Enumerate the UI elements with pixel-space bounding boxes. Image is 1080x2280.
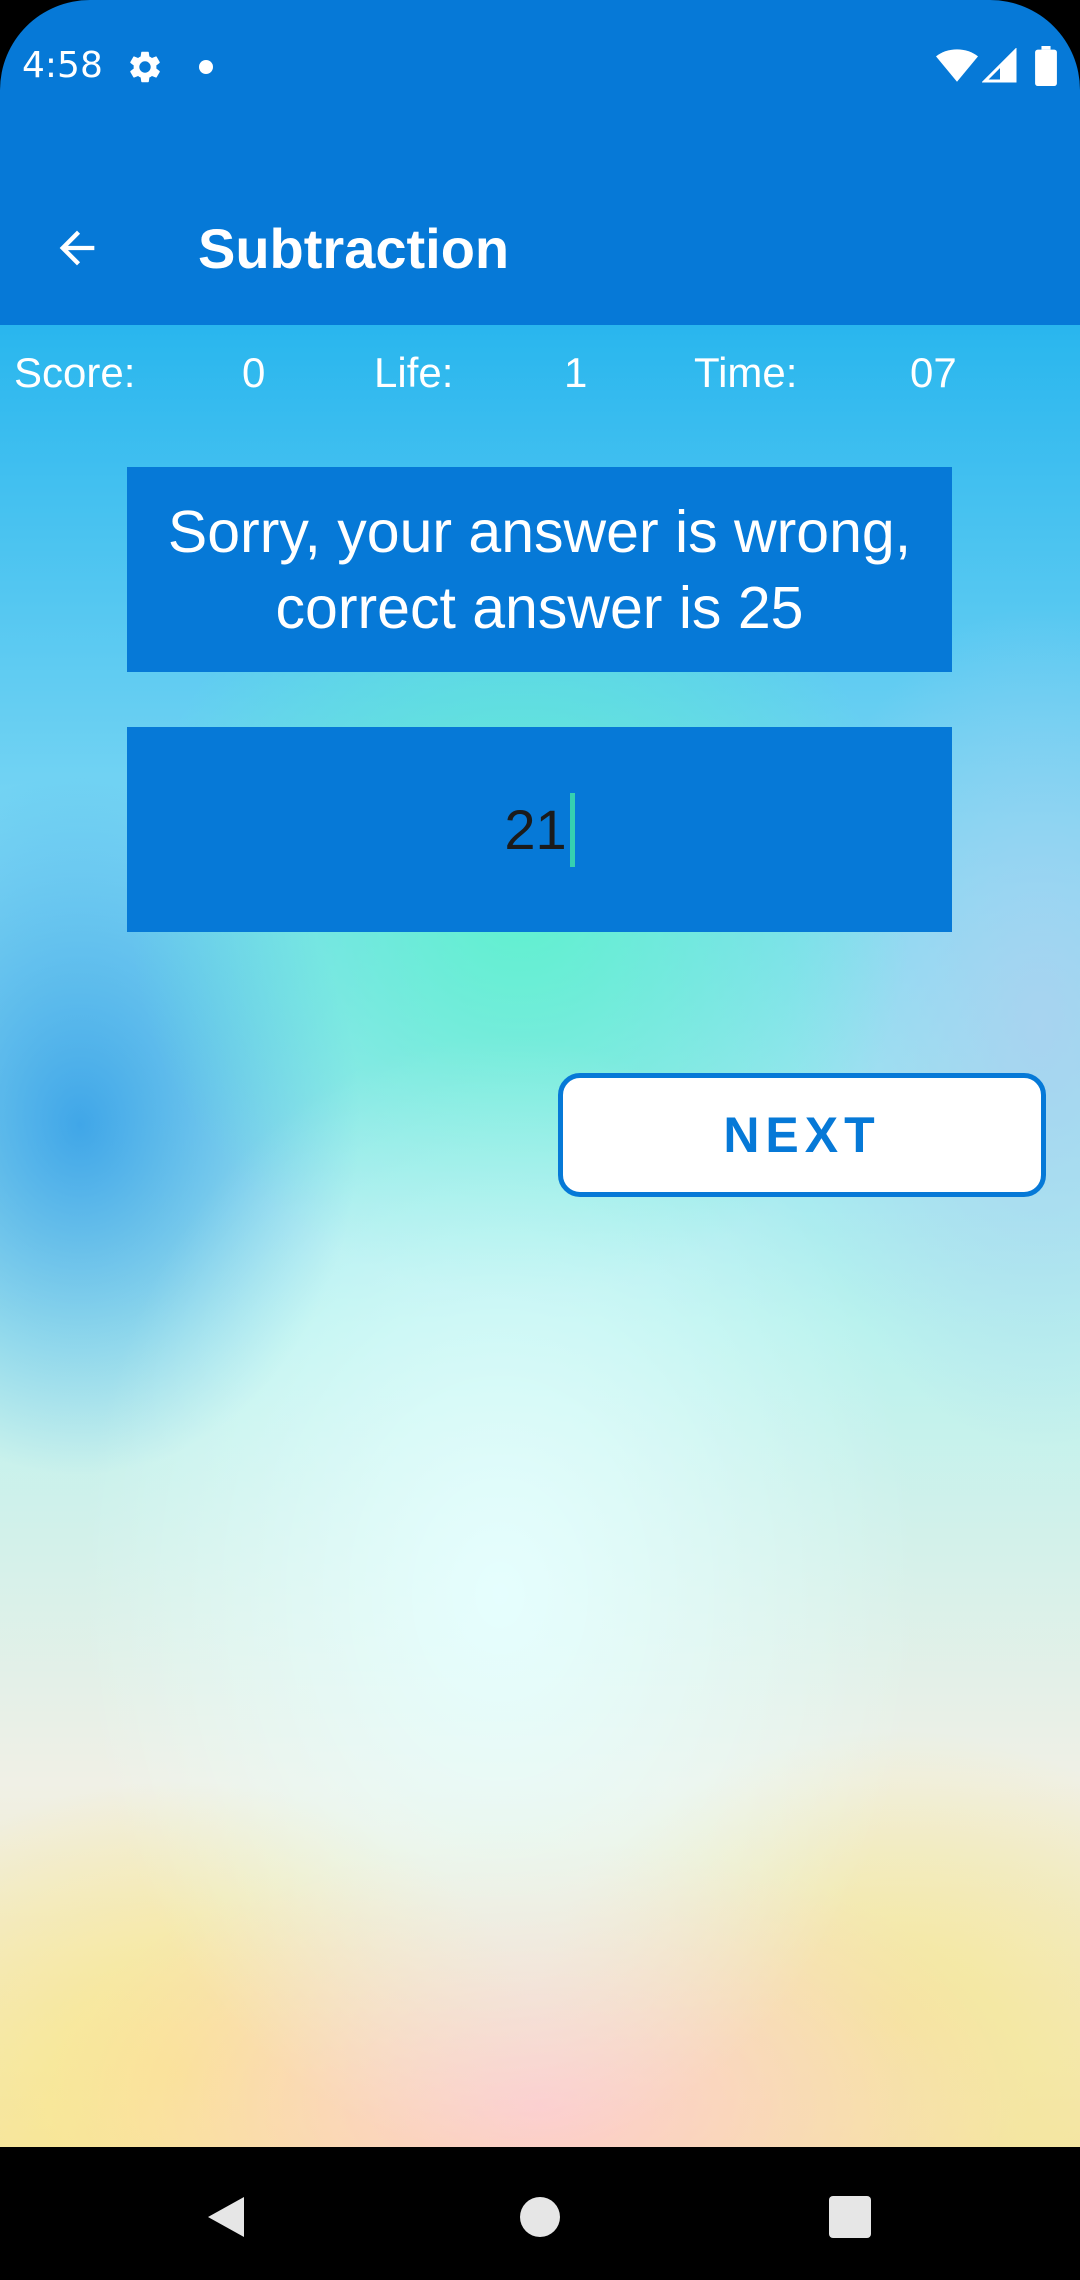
app-bar: Subtraction [0,135,1080,325]
score-value: 0 [242,349,266,396]
phone-screen: 4:58 Subtraction Score: 0 Life: 1 Time: … [0,0,1080,2280]
time-label: Time: [694,349,798,396]
game-content: Score: 0 Life: 1 Time: 07 Sorry, your an… [0,325,1080,2147]
next-button[interactable]: NEXT [558,1073,1046,1197]
status-bar: 4:58 [0,0,1080,135]
recents-square-icon [829,2196,871,2238]
feedback-message: Sorry, your answer is wrong, correct ans… [127,494,952,646]
arrow-back-icon [59,230,95,266]
nav-home-button[interactable] [510,2187,570,2247]
home-circle-icon [520,2197,560,2237]
gear-icon [130,51,160,83]
navigation-bar [0,2147,1080,2280]
wifi-icon [936,49,978,82]
answer-input[interactable]: 21 [127,727,952,932]
notification-dot-icon [199,60,213,74]
page-title: Subtraction [198,217,510,280]
signal-icon [982,48,1017,83]
answer-input-value: 21 [504,797,567,861]
life-value: 1 [564,349,588,396]
status-time: 4:58 [22,45,103,86]
time-value: 07 [910,349,957,396]
feedback-line-2: correct answer is 25 [275,574,804,641]
nav-recents-button[interactable] [820,2187,880,2247]
feedback-line-1: Sorry, your answer is wrong, [167,498,912,565]
feedback-box: Sorry, your answer is wrong, correct ans… [127,467,952,672]
life-label: Life: [374,349,454,396]
battery-icon [1035,46,1057,86]
back-button[interactable] [42,213,112,283]
back-triangle-icon [208,2197,244,2237]
text-cursor [569,792,575,867]
score-label: Score: [14,349,136,396]
nav-back-button[interactable] [196,2187,256,2247]
